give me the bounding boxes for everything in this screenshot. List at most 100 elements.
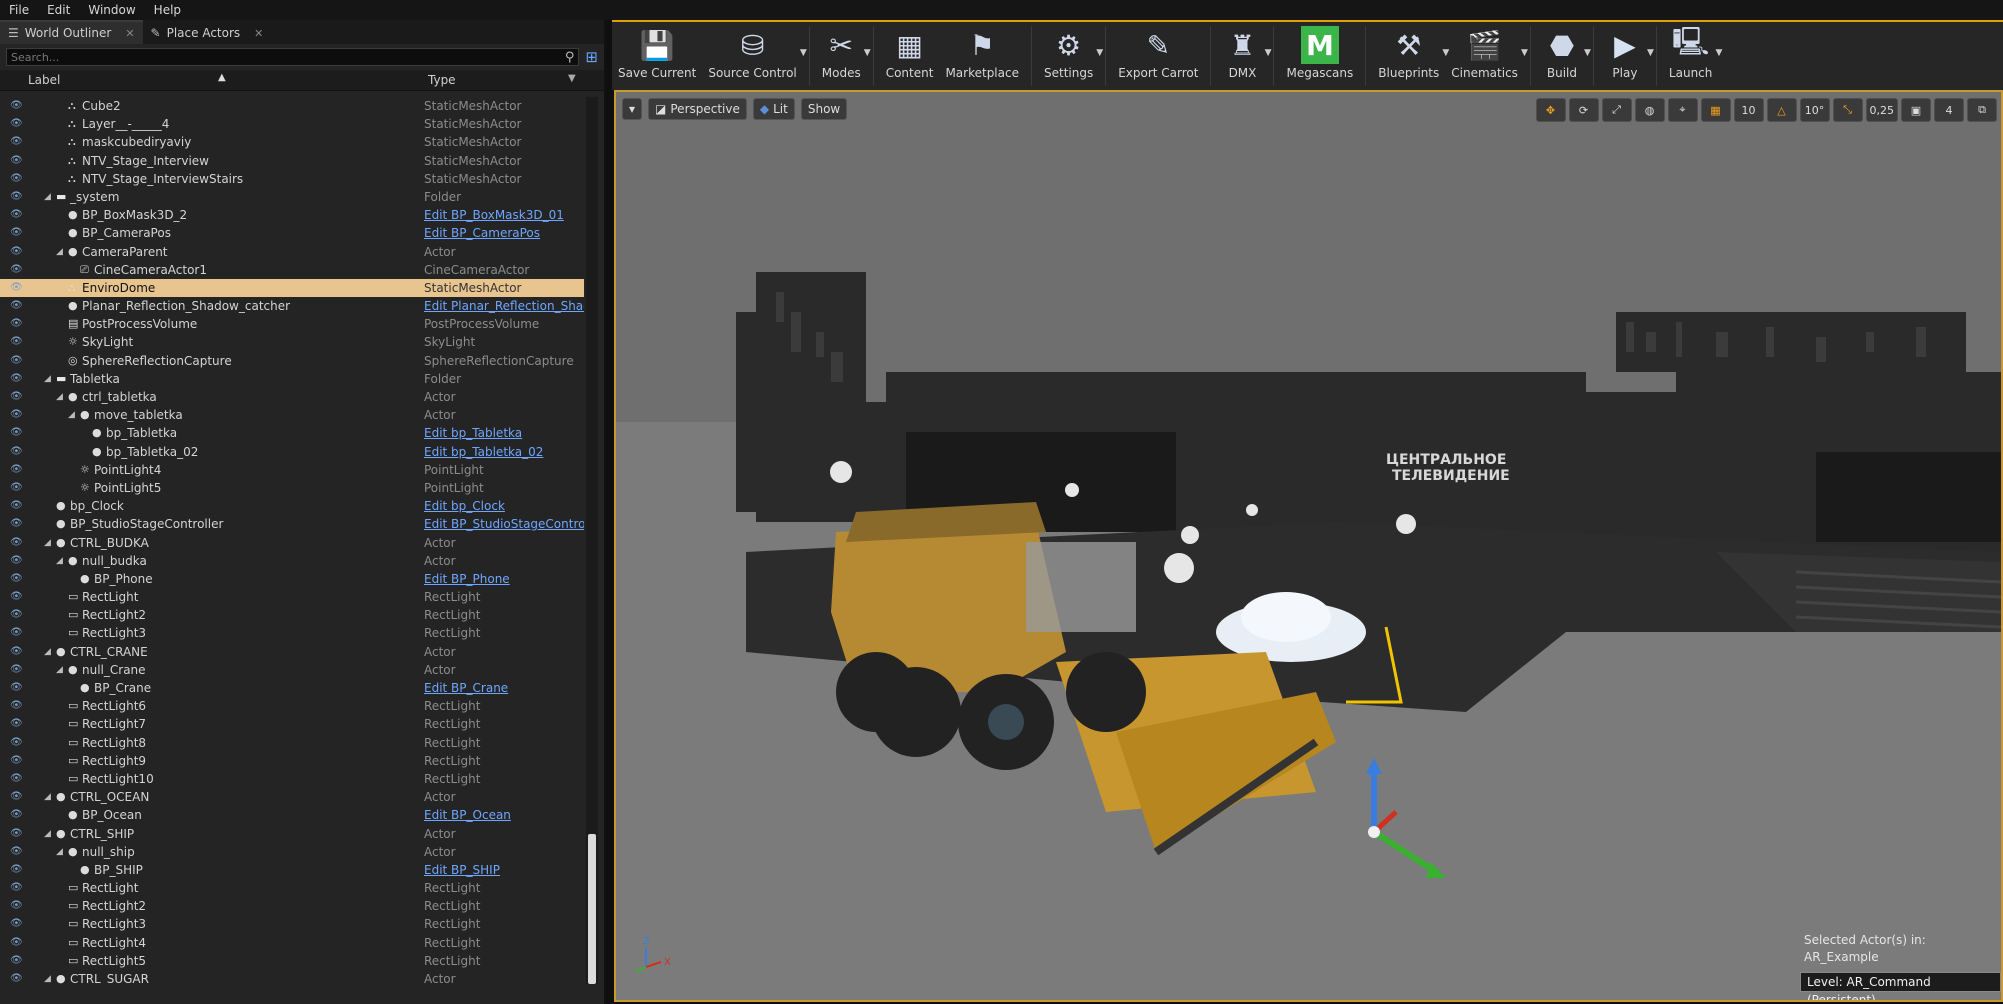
edit-blueprint-link[interactable]: Edit BP_Crane	[424, 679, 508, 697]
toolbar-modes-button[interactable]: ✂ Modes ▼	[816, 22, 871, 81]
visibility-eye-icon[interactable]: 👁	[10, 297, 23, 315]
toolbar-marketplace-button[interactable]: ⚑ Marketplace	[939, 22, 1025, 81]
tree-row[interactable]: 👁 ● BP_Crane Edit BP_Crane	[0, 679, 584, 697]
tree-row[interactable]: 👁 ● BP_Ocean Edit BP_Ocean	[0, 806, 584, 824]
expand-arrow-icon[interactable]: ◢	[56, 661, 63, 679]
toolbar-play-button[interactable]: ▶ Play ▼	[1600, 22, 1654, 81]
visibility-eye-icon[interactable]: 👁	[10, 661, 23, 679]
visibility-eye-icon[interactable]: 👁	[10, 715, 23, 733]
edit-blueprint-link[interactable]: Edit BP_SHIP	[424, 861, 500, 879]
tree-row[interactable]: 👁 ◢ ● CTRL_BUDKA Actor	[0, 534, 584, 552]
column-label[interactable]: Label	[28, 73, 60, 87]
chevron-down-icon[interactable]: ▼	[1265, 48, 1272, 58]
grid-snap-value[interactable]: 10	[1733, 98, 1764, 122]
scrollbar-thumb[interactable]	[588, 834, 596, 984]
tree-row[interactable]: 👁 ● Planar_Reflection_Shadow_catcher Edit P…	[0, 297, 584, 315]
tree-row[interactable]: 👁 ⛬ EnviroDome StaticMeshActor	[0, 278, 584, 298]
chevron-down-icon[interactable]: ▼	[800, 48, 807, 58]
add-folder-icon[interactable]: ⊞	[585, 48, 598, 66]
rotation-snap-value[interactable]: 10°	[1799, 98, 1830, 122]
tree-row[interactable]: 👁 ◢ ● ctrl_tabletka Actor	[0, 388, 584, 406]
visibility-eye-icon[interactable]: 👁	[10, 897, 23, 915]
edit-blueprint-link[interactable]: Edit BP_BoxMask3D_01	[424, 206, 564, 224]
scale-icon[interactable]: ⤢	[1601, 98, 1632, 122]
scale-snap-icon[interactable]: ⤡	[1832, 98, 1863, 122]
edit-blueprint-link[interactable]: Edit bp_Tabletka	[424, 424, 522, 442]
tree-row[interactable]: 👁 ● bp_Clock Edit bp_Clock	[0, 497, 584, 515]
search-input[interactable]: Search... ⚲	[6, 48, 580, 66]
tree-row[interactable]: 👁 ▭ RectLight10 RectLight	[0, 770, 584, 788]
camera-speed-value[interactable]: 4	[1934, 98, 1964, 122]
outliner-scrollbar[interactable]	[586, 97, 598, 984]
visibility-eye-icon[interactable]: 👁	[10, 679, 23, 697]
visibility-eye-icon[interactable]: 👁	[10, 261, 23, 279]
visibility-eye-icon[interactable]: 👁	[10, 97, 23, 115]
visibility-eye-icon[interactable]: 👁	[10, 206, 23, 224]
show-button[interactable]: Show	[800, 98, 848, 120]
toolbar-launch-button[interactable]: 🖳 Launch ▼	[1663, 22, 1722, 80]
visibility-eye-icon[interactable]: 👁	[10, 825, 23, 843]
tree-row[interactable]: 👁 ▭ RectLight RectLight	[0, 879, 584, 897]
visibility-eye-icon[interactable]: 👁	[10, 243, 23, 261]
edit-blueprint-link[interactable]: Edit BP_Phone	[424, 570, 510, 588]
chevron-down-icon[interactable]: ▼	[1715, 48, 1722, 58]
tree-row[interactable]: 👁 ▭ RectLight2 RectLight	[0, 606, 584, 624]
visibility-eye-icon[interactable]: 👁	[10, 170, 23, 188]
expand-arrow-icon[interactable]: ◢	[44, 825, 51, 843]
visibility-eye-icon[interactable]: 👁	[10, 534, 23, 552]
chevron-down-icon[interactable]: ▼	[1096, 48, 1103, 58]
visibility-eye-icon[interactable]: 👁	[10, 188, 23, 206]
expand-arrow-icon[interactable]: ◢	[56, 243, 63, 261]
tree-row[interactable]: 👁 ● bp_Tabletka Edit bp_Tabletka	[0, 424, 584, 442]
tree-row[interactable]: 👁 ◢ ▬ _system Folder	[0, 188, 584, 206]
tree-row[interactable]: 👁 ⛬ maskcubediryaviy StaticMeshActor	[0, 133, 584, 151]
translate-icon[interactable]: ✥	[1535, 98, 1566, 122]
scale-snap-value[interactable]: 0,25	[1865, 98, 1898, 122]
tree-row[interactable]: 👁 ◢ ● CTRL_SUGAR Actor	[0, 970, 584, 984]
expand-arrow-icon[interactable]: ◢	[44, 643, 51, 661]
tab-place-actors[interactable]: ✎ Place Actors ✕	[143, 22, 272, 44]
visibility-eye-icon[interactable]: 👁	[10, 388, 23, 406]
menu-edit[interactable]: Edit	[38, 3, 79, 17]
toolbar-save-current-button[interactable]: 💾 Save Current	[612, 22, 702, 81]
chevron-down-icon[interactable]: ▼	[864, 48, 871, 58]
column-type[interactable]: Type	[428, 73, 456, 87]
edit-blueprint-link[interactable]: Edit BP_Ocean	[424, 806, 511, 824]
toolbar-build-button[interactable]: ⬣ Build ▼	[1537, 22, 1591, 81]
edit-blueprint-link[interactable]: Edit BP_StudioStageControll	[424, 515, 584, 533]
tree-row[interactable]: 👁 ◢ ● CTRL_SHIP Actor	[0, 825, 584, 843]
world-local-icon[interactable]: ◍	[1634, 98, 1665, 122]
expand-arrow-icon[interactable]: ◢	[44, 970, 51, 984]
visibility-eye-icon[interactable]: 👁	[10, 497, 23, 515]
visibility-eye-icon[interactable]: 👁	[10, 697, 23, 715]
expand-arrow-icon[interactable]: ◢	[68, 406, 75, 424]
visibility-eye-icon[interactable]: 👁	[10, 970, 23, 984]
surface-snap-icon[interactable]: ⌖	[1667, 98, 1698, 122]
tree-row[interactable]: 👁 ◢ ● CTRL_CRANE Actor	[0, 643, 584, 661]
tree-row[interactable]: 👁 ● BP_StudioStageController Edit BP_Studio…	[0, 515, 584, 533]
chevron-down-icon[interactable]: ▼	[1521, 48, 1528, 58]
tree-row[interactable]: 👁 ▤ PostProcessVolume PostProcessVolume	[0, 315, 584, 333]
tree-row[interactable]: 👁 ▭ RectLight7 RectLight	[0, 715, 584, 733]
close-icon[interactable]: ✕	[254, 27, 263, 40]
visibility-eye-icon[interactable]: 👁	[10, 115, 23, 133]
expand-arrow-icon[interactable]: ◢	[56, 552, 63, 570]
maximize-viewport-icon[interactable]: ⧉	[1967, 98, 1997, 122]
tree-row[interactable]: 👁 ● bp_Tabletka_02 Edit bp_Tabletka_02	[0, 443, 584, 461]
tree-row[interactable]: 👁 ◢ ● null_budka Actor	[0, 552, 584, 570]
toolbar-source-control-button[interactable]: ⛁ Source Control ▼	[702, 22, 806, 81]
tree-row[interactable]: 👁 ▭ RectLight2 RectLight	[0, 897, 584, 915]
tree-row[interactable]: 👁 ▭ RectLight3 RectLight	[0, 624, 584, 642]
toolbar-cinematics-button[interactable]: 🎬 Cinematics ▼	[1445, 22, 1528, 81]
visibility-eye-icon[interactable]: 👁	[10, 934, 23, 952]
visibility-eye-icon[interactable]: 👁	[10, 915, 23, 933]
visibility-eye-icon[interactable]: 👁	[10, 443, 23, 461]
tree-row[interactable]: 👁 ◢ ● null_ship Actor	[0, 843, 584, 861]
visibility-eye-icon[interactable]: 👁	[10, 515, 23, 533]
tree-row[interactable]: 👁 ▭ RectLight RectLight	[0, 588, 584, 606]
visibility-eye-icon[interactable]: 👁	[10, 952, 23, 970]
visibility-eye-icon[interactable]: 👁	[10, 806, 23, 824]
visibility-eye-icon[interactable]: 👁	[10, 406, 23, 424]
toolbar-settings-button[interactable]: ⚙ Settings ▼	[1038, 22, 1103, 81]
visibility-eye-icon[interactable]: 👁	[10, 315, 23, 333]
